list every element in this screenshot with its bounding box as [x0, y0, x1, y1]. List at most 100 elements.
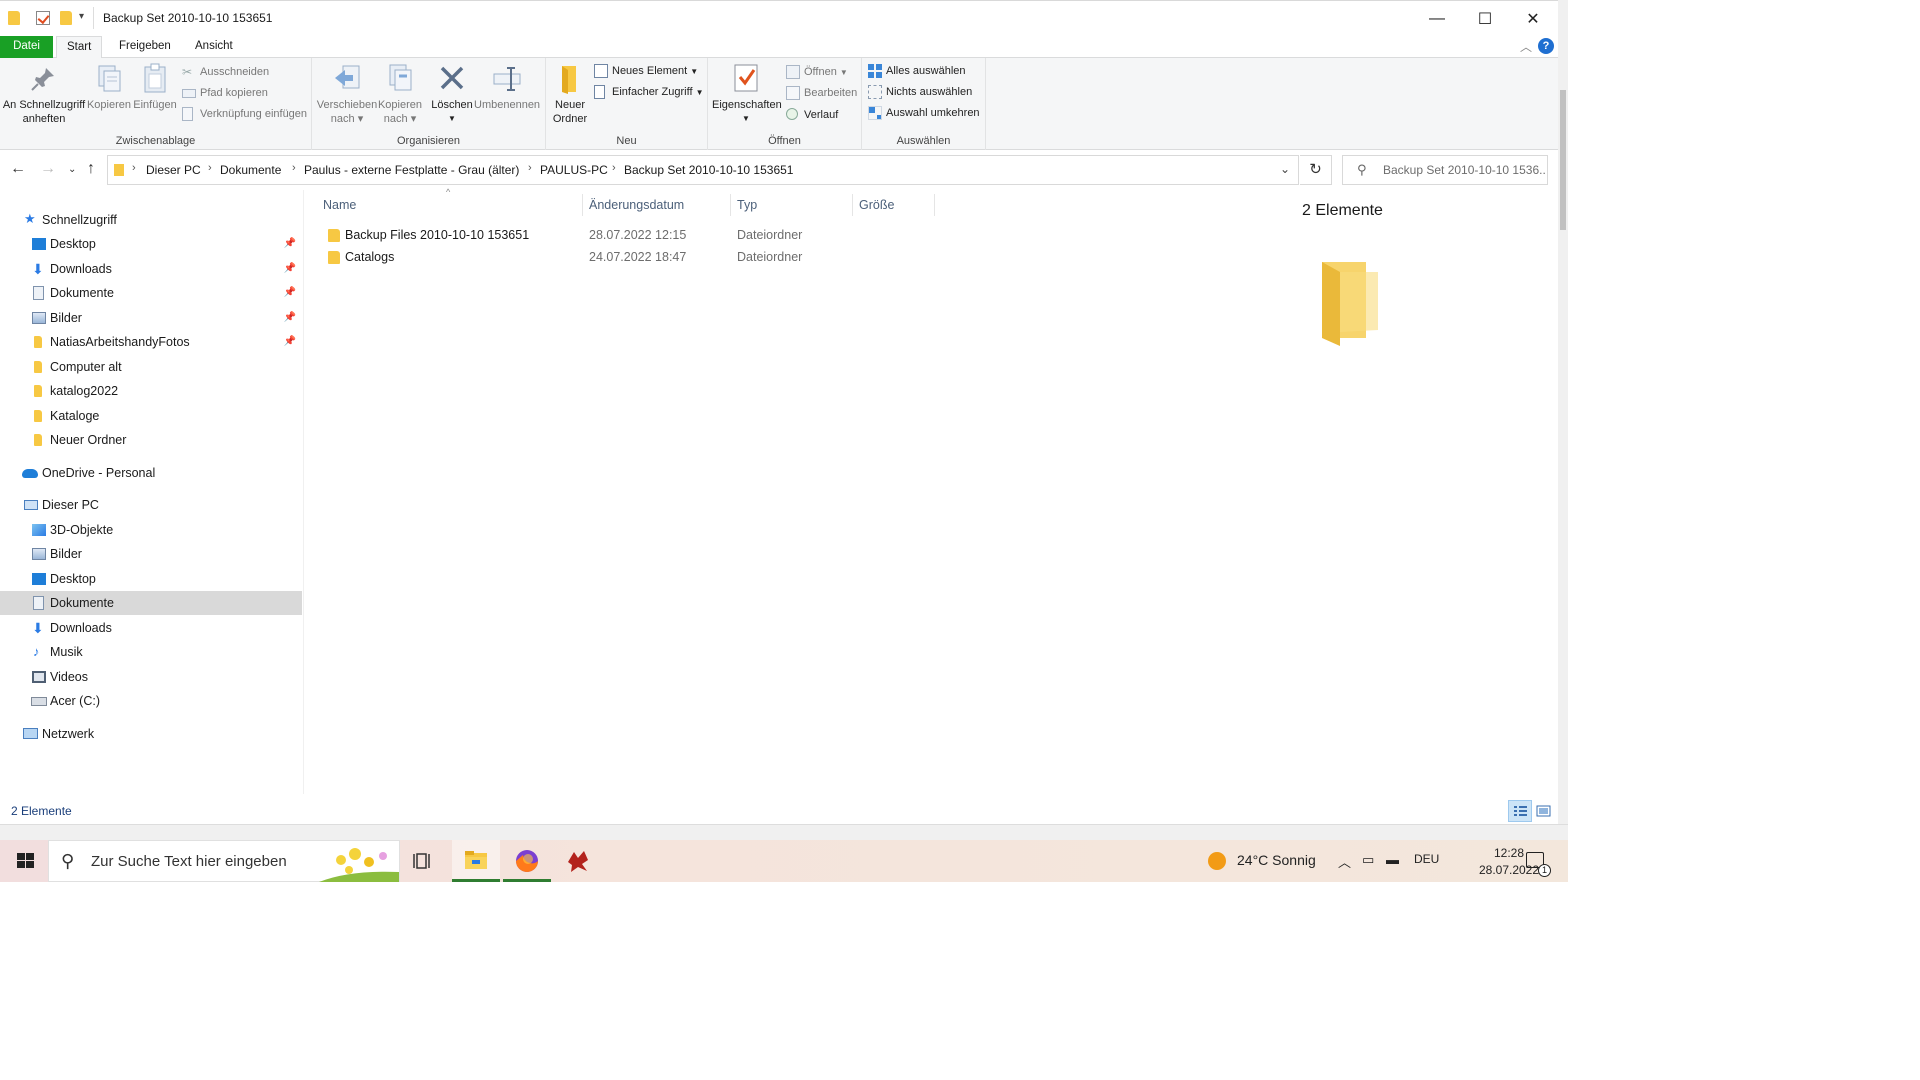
search-input[interactable]: ⚲ Backup Set 2010-10-10 1536...: [1342, 155, 1548, 185]
copy-to-button[interactable]: Kopieren nach ▾: [376, 62, 424, 126]
nav-this-pc[interactable]: Dieser PC: [0, 493, 302, 517]
delete-button[interactable]: Löschen ▼: [428, 62, 476, 126]
up-arrow-icon[interactable]: ↑: [87, 160, 95, 178]
pin-quick-access-button[interactable]: An Schnellzugriff anheften: [2, 62, 86, 126]
properties-quick-icon[interactable]: [36, 11, 50, 25]
breadcrumb-external-drive[interactable]: Paulus - externe Festplatte - Grau (älte…: [304, 163, 519, 177]
breadcrumb-separator[interactable]: ›: [612, 162, 616, 174]
copy-path-button[interactable]: Pfad kopieren: [182, 83, 268, 103]
tab-ansicht[interactable]: Ansicht: [185, 36, 243, 58]
red-app-taskbar-icon[interactable]: [554, 840, 602, 882]
properties-dropdown-icon[interactable]: ▼: [712, 112, 780, 126]
breadcrumb-separator[interactable]: ›: [208, 162, 212, 174]
quick-access-dropdown-icon[interactable]: ▾: [79, 11, 84, 22]
invert-selection-button[interactable]: Auswahl umkehren: [868, 103, 980, 123]
tab-freigeben[interactable]: Freigeben: [109, 36, 181, 58]
minimize-button[interactable]: —: [1414, 1, 1460, 37]
breadcrumb-separator[interactable]: ›: [292, 162, 296, 174]
taskbar-search-input[interactable]: ⚲ Zur Suche Text hier eingeben: [48, 840, 400, 882]
paste-shortcut-button[interactable]: Verknüpfung einfügen: [182, 104, 307, 124]
nav-pc-dokumente[interactable]: Dokumente: [0, 591, 302, 615]
nav-quick-natias[interactable]: NatiasArbeitshandyFotos 📌: [0, 330, 302, 354]
ribbon-collapse-icon[interactable]: ︿: [1520, 38, 1532, 55]
file-row[interactable]: Catalogs 24.07.2022 18:47 Dateiordner: [318, 246, 1268, 268]
cut-button[interactable]: ✂ Ausschneiden: [182, 62, 269, 82]
nav-quick-bilder[interactable]: Bilder 📌: [0, 306, 302, 330]
nav-quick-desktop[interactable]: Desktop 📌: [0, 232, 302, 256]
help-icon[interactable]: ?: [1538, 38, 1554, 54]
history-button[interactable]: Verlauf: [786, 105, 838, 125]
address-dropdown-chevron-icon[interactable]: ⌄: [1280, 162, 1290, 176]
column-header-modified[interactable]: Änderungsdatum: [583, 194, 731, 216]
column-header-size[interactable]: Größe: [853, 194, 935, 216]
edit-button[interactable]: Bearbeiten: [786, 83, 857, 103]
rename-button[interactable]: Umbenennen: [474, 62, 540, 112]
move-to-button[interactable]: Verschieben nach ▾: [316, 62, 378, 126]
firefox-taskbar-icon[interactable]: [503, 840, 551, 882]
back-arrow-icon[interactable]: ←: [10, 160, 26, 178]
file-explorer-taskbar-icon[interactable]: [452, 840, 500, 882]
nav-quick-computer-alt[interactable]: Computer alt: [0, 355, 302, 379]
nav-quick-katalog2022[interactable]: katalog2022: [0, 379, 302, 403]
breadcrumb-separator[interactable]: ›: [528, 162, 532, 174]
nav-pc-3d[interactable]: 3D-Objekte: [0, 518, 302, 542]
large-icons-view-icon[interactable]: [1532, 800, 1556, 822]
nav-pc-musik[interactable]: ♪ Musik: [0, 640, 302, 664]
pin-icon[interactable]: 📌: [284, 306, 296, 330]
details-view-icon[interactable]: [1508, 800, 1532, 822]
forward-arrow-icon[interactable]: →: [40, 160, 56, 178]
weather-sun-icon[interactable]: [1208, 852, 1226, 870]
meet-now-camera-icon[interactable]: ▭: [1362, 852, 1374, 868]
close-button[interactable]: ✕: [1510, 1, 1556, 37]
breadcrumb-current-folder[interactable]: Backup Set 2010-10-10 153651: [624, 163, 793, 177]
new-item-button[interactable]: Neues Element ▼: [594, 61, 698, 81]
pin-icon[interactable]: 📌: [284, 330, 296, 354]
scrollbar-thumb[interactable]: [1560, 90, 1566, 230]
breadcrumb-dokumente[interactable]: Dokumente: [220, 163, 281, 177]
tab-start[interactable]: Start: [56, 36, 103, 59]
recent-locations-chevron-icon[interactable]: ⌄: [68, 164, 76, 175]
tab-datei[interactable]: Datei: [0, 36, 53, 58]
open-button[interactable]: Öffnen ▼: [786, 62, 848, 82]
pin-icon[interactable]: 📌: [284, 257, 296, 281]
new-folder-quick-icon[interactable]: [60, 11, 72, 25]
battery-icon[interactable]: ▬: [1386, 852, 1399, 867]
select-none-button[interactable]: Nichts auswählen: [868, 82, 972, 102]
weather-text[interactable]: 24°C Sonnig: [1237, 852, 1316, 868]
nav-pc-bilder[interactable]: Bilder: [0, 542, 302, 566]
task-view-icon[interactable]: [400, 840, 448, 882]
maximize-button[interactable]: ☐: [1462, 1, 1508, 37]
breadcrumb-dieser-pc[interactable]: Dieser PC: [146, 163, 201, 177]
nav-quick-dokumente[interactable]: Dokumente 📌: [0, 281, 302, 305]
nav-onedrive[interactable]: OneDrive - Personal: [0, 461, 302, 485]
pin-icon[interactable]: 📌: [284, 232, 296, 256]
nav-pc-desktop[interactable]: Desktop: [0, 567, 302, 591]
easy-access-button[interactable]: Einfacher Zugriff ▼: [594, 82, 704, 102]
nav-pc-acer-c[interactable]: Acer (C:): [0, 689, 302, 713]
select-all-button[interactable]: Alles auswählen: [868, 61, 966, 81]
paste-button[interactable]: Einfügen: [132, 62, 178, 112]
refresh-icon[interactable]: ↻: [1300, 155, 1332, 185]
column-header-name[interactable]: Name: [317, 194, 583, 216]
column-header-type[interactable]: Typ: [731, 194, 853, 216]
nav-pc-downloads[interactable]: ⬇ Downloads: [0, 616, 302, 640]
title-bar: ▾ Backup Set 2010-10-10 153651 — ☐ ✕: [0, 0, 1558, 36]
properties-button[interactable]: Eigenschaften ▼: [712, 62, 782, 126]
address-bar[interactable]: › Dieser PC › Dokumente › Paulus - exter…: [107, 155, 1299, 185]
breadcrumb-paulus-pc[interactable]: PAULUS-PC: [540, 163, 608, 177]
nav-quick-neuer-ordner[interactable]: Neuer Ordner: [0, 428, 302, 452]
breadcrumb-separator[interactable]: ›: [132, 162, 136, 174]
new-folder-button[interactable]: Neuer Ordner: [550, 62, 590, 126]
delete-dropdown-icon[interactable]: ▼: [428, 112, 476, 126]
copy-button[interactable]: Kopieren: [86, 62, 132, 112]
file-row[interactable]: Backup Files 2010-10-10 153651 28.07.202…: [318, 224, 1268, 246]
nav-quick-downloads[interactable]: ⬇ Downloads 📌: [0, 257, 302, 281]
windows-start-button[interactable]: [6, 840, 46, 882]
nav-network[interactable]: Netzwerk: [0, 722, 302, 746]
show-hidden-icons-chevron-icon[interactable]: ︿: [1338, 852, 1351, 871]
pin-icon[interactable]: 📌: [284, 281, 296, 305]
nav-quick-kataloge[interactable]: Kataloge: [0, 404, 302, 428]
nav-pc-videos[interactable]: Videos: [0, 665, 302, 689]
nav-quick-access[interactable]: ★ Schnellzugriff: [0, 208, 302, 232]
input-language[interactable]: DEU: [1414, 852, 1439, 866]
